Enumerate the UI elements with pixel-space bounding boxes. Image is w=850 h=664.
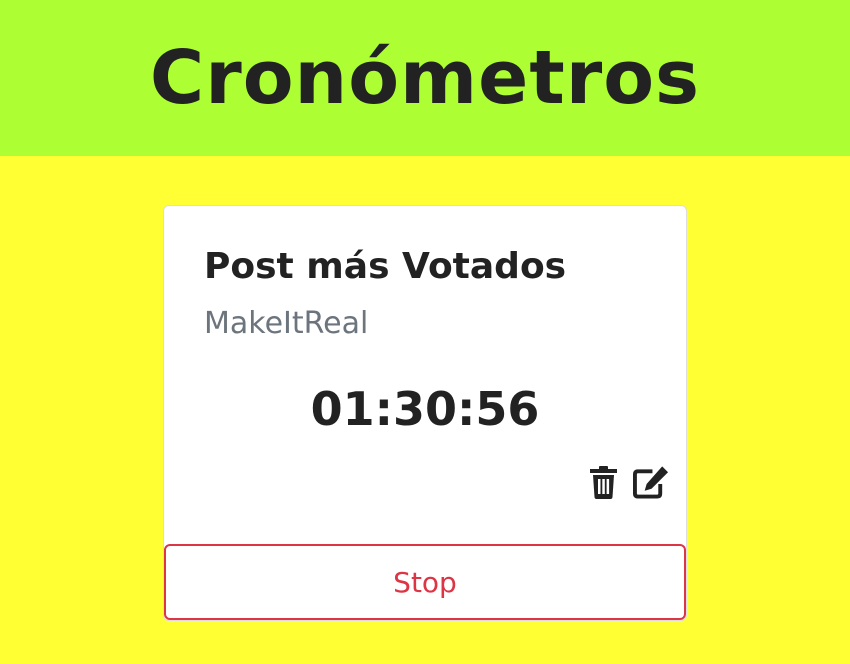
timer-title: Post más Votados	[204, 246, 567, 287]
stop-button[interactable]: Stop	[164, 544, 686, 620]
elapsed-time: 01:30:56	[310, 382, 540, 436]
edit-button[interactable]	[633, 464, 669, 500]
timer-project: MakeItReal	[204, 306, 369, 341]
timer-actions	[585, 464, 669, 500]
page-header: Cronómetros	[0, 0, 850, 156]
trash-icon	[589, 466, 617, 499]
page-title: Cronómetros	[149, 35, 701, 121]
edit-icon	[633, 466, 669, 499]
timer-card: Post más Votados MakeItReal 01:30:56 Sto…	[163, 205, 687, 621]
delete-button[interactable]	[585, 464, 621, 500]
